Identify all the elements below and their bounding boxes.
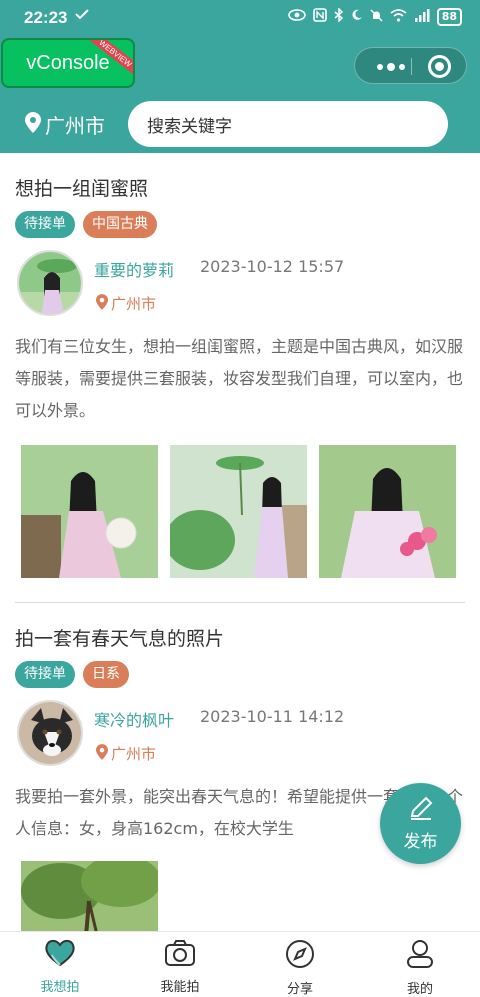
post-photo[interactable] — [319, 445, 456, 578]
publish-label: 发布 — [403, 832, 438, 852]
photo-grid — [21, 861, 158, 931]
user-icon — [405, 939, 435, 973]
post-location: 广州市 — [96, 743, 156, 764]
tab-share[interactable]: 分享 — [240, 932, 360, 997]
post-title: 想拍一组闺蜜照 — [15, 178, 149, 200]
post-tags: 待接单 日系 — [15, 661, 129, 688]
post-photo[interactable] — [21, 861, 158, 931]
tab-label: 我能拍 — [160, 980, 200, 995]
author-name[interactable]: 寒冷的枫叶 — [94, 707, 174, 731]
post-location-label: 广州市 — [111, 295, 157, 313]
city-selector[interactable]: 广州市 — [25, 110, 105, 139]
post-date: 2023-10-12 15:57 — [200, 257, 345, 276]
post-photo[interactable] — [21, 445, 158, 578]
post-description: 我们有三位女生，想拍一组闺蜜照，主题是中国古典风，如汉服等服装，需要提供三套服装… — [15, 337, 464, 420]
capsule-divider — [411, 58, 412, 75]
post-divider — [15, 602, 465, 603]
post-location-label: 广州市 — [111, 745, 157, 763]
heart-icon — [44, 939, 76, 971]
pencil-icon — [408, 795, 434, 825]
camera-icon — [164, 939, 196, 971]
status-tag: 待接单 — [15, 661, 75, 688]
avatar[interactable] — [17, 250, 83, 316]
bottom-tab-bar: 我想拍 我能拍 分享 我的 — [0, 931, 480, 997]
miniprogram-capsule — [354, 47, 467, 84]
vconsole-label: vConsole — [26, 51, 110, 74]
city-label: 广州市 — [45, 114, 105, 138]
nfc-icon — [312, 8, 327, 26]
tab-label: 我的 — [406, 982, 433, 997]
bluetooth-icon — [334, 7, 344, 26]
category-tag: 日系 — [83, 661, 129, 688]
more-menu-icon[interactable] — [372, 48, 410, 85]
post-location: 广州市 — [96, 293, 156, 314]
vconsole-button[interactable]: vConsole WEBVIEW — [1, 38, 135, 88]
location-pin-icon — [25, 111, 41, 138]
search-input[interactable]: 搜索关键字 — [128, 101, 448, 147]
tab-want-shoot[interactable]: 我想拍 — [0, 932, 120, 997]
post-tags: 待接单 中国古典 — [15, 211, 157, 238]
location-pin-icon — [96, 293, 108, 314]
status-bar: 22:23 88 — [0, 0, 480, 36]
moon-icon — [351, 9, 363, 25]
tab-can-shoot[interactable]: 我能拍 — [120, 932, 240, 997]
wifi-icon — [390, 8, 407, 26]
tab-label: 分享 — [286, 982, 313, 997]
status-time: 22:23 — [24, 8, 68, 27]
author-name[interactable]: 重要的萝莉 — [94, 257, 174, 281]
battery-indicator: 88 — [436, 8, 462, 26]
location-pin-icon — [96, 743, 108, 764]
category-tag: 中国古典 — [83, 211, 157, 238]
photo-grid — [21, 445, 456, 578]
tab-label: 我想拍 — [40, 980, 80, 995]
close-miniprogram-icon[interactable] — [428, 55, 451, 78]
post-date: 2023-10-11 14:12 — [200, 707, 345, 726]
sync-icon — [75, 8, 89, 24]
top-header: 22:23 88 vConsole WEBVIEW 广州市 搜索关键字 — [0, 0, 480, 153]
avatar[interactable] — [17, 700, 83, 766]
compass-icon — [285, 939, 315, 973]
search-placeholder: 搜索关键字 — [147, 116, 232, 137]
publish-button[interactable]: 发布 — [380, 783, 461, 864]
eye-icon — [287, 9, 306, 25]
post-photo[interactable] — [170, 445, 307, 578]
status-icons: 88 — [287, 7, 462, 26]
status-tag: 待接单 — [15, 211, 75, 238]
post-title: 拍一套有春天气息的照片 — [15, 628, 225, 650]
tab-mine[interactable]: 我的 — [360, 932, 480, 997]
signal-icon — [414, 8, 430, 26]
mute-icon — [370, 8, 383, 26]
